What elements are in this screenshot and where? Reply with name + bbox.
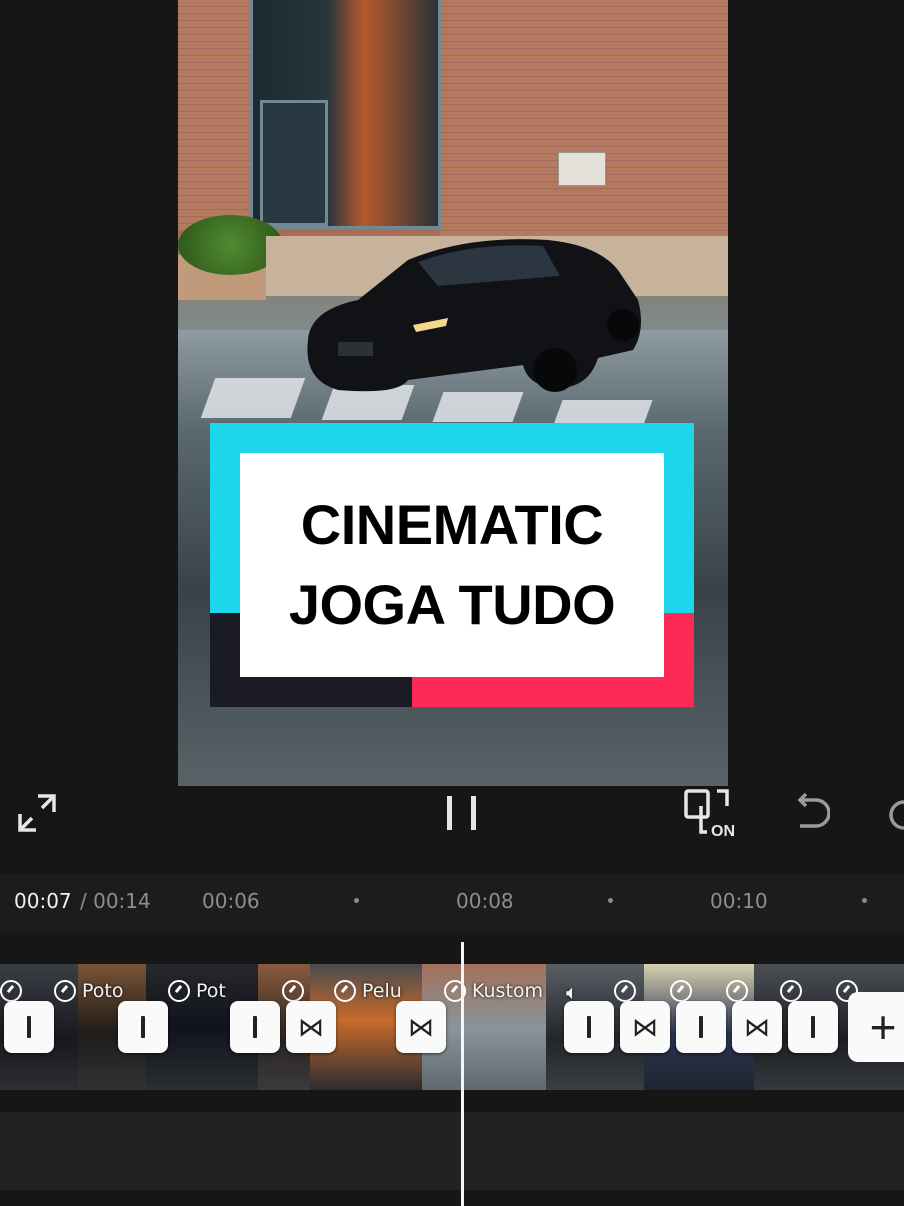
- ruler-dot: [862, 898, 867, 903]
- playhead[interactable]: [461, 942, 464, 1206]
- speed-icon: [726, 980, 748, 1002]
- clip-label: Pelu: [334, 980, 402, 1002]
- speed-icon: [670, 980, 692, 1002]
- title-card[interactable]: CINEMATIC JOGA TUDO: [210, 423, 694, 707]
- transition-bowtie-button[interactable]: ⋈: [286, 1001, 336, 1053]
- brick-wall-left: [178, 0, 250, 230]
- speed-icon: [614, 980, 636, 1002]
- speed-icon: [54, 980, 76, 1002]
- total-time: / 00:14: [80, 889, 151, 913]
- speed-icon: [780, 980, 802, 1002]
- current-time: 00:07: [14, 889, 72, 913]
- transition-button[interactable]: [4, 1001, 54, 1053]
- ruler-tick-label: 00:08: [456, 889, 514, 913]
- building-door: [260, 100, 328, 226]
- preview-on-label: ON: [711, 823, 735, 840]
- audio-lane[interactable]: [0, 1112, 904, 1190]
- wall-plaque: [558, 152, 606, 186]
- clip-label: [614, 980, 636, 1002]
- transition-button[interactable]: [676, 1001, 726, 1053]
- fullscreen-icon[interactable]: [16, 792, 58, 834]
- transition-button[interactable]: [564, 1001, 614, 1053]
- transition-button[interactable]: [788, 1001, 838, 1053]
- speed-icon: [334, 980, 356, 1002]
- undo-icon[interactable]: [792, 790, 830, 834]
- transition-button[interactable]: [230, 1001, 280, 1053]
- clip-label: Pot: [168, 980, 226, 1002]
- add-clip-button[interactable]: +: [848, 992, 904, 1062]
- speed-icon: [168, 980, 190, 1002]
- clip-label: [780, 980, 802, 1002]
- speed-icon: [282, 980, 304, 1002]
- transition-button[interactable]: [118, 1001, 168, 1053]
- ruler-tick-label: 00:10: [710, 889, 768, 913]
- clip-label: [282, 980, 304, 1002]
- ruler-tick-label: 00:06: [202, 889, 260, 913]
- car-image: [307, 239, 642, 392]
- ruler-dot: [354, 898, 359, 903]
- redo-icon[interactable]: [880, 796, 904, 834]
- title-card-panel: CINEMATIC JOGA TUDO: [240, 453, 664, 677]
- crosswalk-stripe: [432, 392, 524, 422]
- clip-label: [670, 980, 692, 1002]
- clip-label: Kustom: [444, 980, 543, 1002]
- clip-label: Poto: [54, 980, 123, 1002]
- crosswalk-stripe: [200, 378, 306, 418]
- clip-label: [726, 980, 748, 1002]
- preview-on-icon[interactable]: ON: [683, 788, 741, 840]
- transition-bowtie-button[interactable]: ⋈: [396, 1001, 446, 1053]
- clip-label: [0, 980, 22, 1002]
- transition-bowtie-button[interactable]: ⋈: [620, 1001, 670, 1053]
- speed-icon: [0, 980, 22, 1002]
- crosswalk-stripe: [553, 400, 653, 425]
- title-line-1: CINEMATIC: [300, 493, 604, 556]
- transition-bowtie-button[interactable]: ⋈: [732, 1001, 782, 1053]
- title-line-2: JOGA TUDO: [288, 573, 616, 636]
- pause-icon[interactable]: [443, 794, 481, 832]
- ruler-dot: [608, 898, 613, 903]
- brick-wall-right: [440, 0, 728, 238]
